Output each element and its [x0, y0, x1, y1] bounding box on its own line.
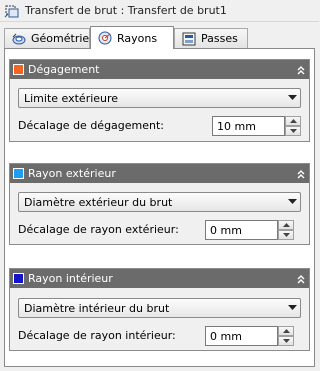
chevron-down-icon: [284, 90, 300, 106]
outer-radius-color-swatch: [13, 168, 24, 179]
inner-radius-offset-input[interactable]: [205, 326, 278, 346]
tab-strip: Géométrie Rayons Passes: [4, 26, 315, 49]
inner-radius-panel-title: Rayon intérieur: [28, 272, 113, 285]
outer-radius-panel: Rayon extérieur Diamètre extérieur du br…: [9, 163, 310, 245]
outer-radius-panel-header[interactable]: Rayon extérieur: [10, 164, 309, 183]
outer-radius-mode-dropdown[interactable]: Diamètre extérieur du brut: [18, 192, 301, 212]
tab-content-radii: Dégagement Limite extérieure Décalage de…: [4, 48, 315, 367]
chevron-down-icon: [284, 300, 300, 316]
inner-radius-panel: Rayon intérieur Diamètre intérieur du br…: [9, 268, 310, 351]
clearance-panel-header[interactable]: Dégagement: [10, 60, 309, 79]
inner-radius-mode-value: Diamètre intérieur du brut: [24, 301, 170, 315]
spin-down-icon[interactable]: [278, 336, 294, 346]
dialog-title: Transfert de brut : Transfert de brut1: [25, 4, 227, 17]
stock-transfer-icon: [4, 3, 20, 19]
tab-radii-label: Rayons: [117, 31, 158, 45]
chevron-down-icon: [284, 194, 300, 210]
outer-radius-offset-label: Décalage de rayon extérieur:: [18, 223, 179, 236]
radii-icon: [97, 30, 113, 46]
double-chevron-up-icon[interactable]: [293, 62, 309, 78]
clearance-color-swatch: [13, 64, 24, 75]
tab-geometry[interactable]: Géométrie: [4, 28, 90, 48]
geometry-icon: [11, 31, 27, 47]
clearance-offset-input[interactable]: [212, 116, 285, 136]
outer-radius-offset-input[interactable]: [205, 220, 278, 240]
clearance-mode-value: Limite extérieure: [24, 91, 119, 105]
passes-icon: [181, 31, 197, 47]
inner-radius-color-swatch: [13, 273, 24, 284]
clearance-offset-spinner: [212, 116, 301, 136]
inner-radius-offset-label: Décalage de rayon intérieur:: [18, 329, 176, 342]
tab-passes[interactable]: Passes: [174, 28, 248, 48]
spin-up-icon[interactable]: [285, 116, 301, 126]
inner-radius-offset-spinner: [205, 326, 294, 346]
spin-up-icon[interactable]: [278, 326, 294, 336]
outer-radius-offset-spinner: [205, 220, 294, 240]
spin-down-icon[interactable]: [278, 230, 294, 240]
inner-radius-mode-dropdown[interactable]: Diamètre intérieur du brut: [18, 298, 301, 318]
tab-passes-label: Passes: [201, 32, 238, 45]
double-chevron-up-icon[interactable]: [293, 271, 309, 287]
spin-up-icon[interactable]: [278, 220, 294, 230]
outer-radius-panel-title: Rayon extérieur: [28, 167, 116, 180]
spin-down-icon[interactable]: [285, 126, 301, 136]
clearance-offset-label: Décalage de dégagement:: [18, 119, 165, 132]
clearance-mode-dropdown[interactable]: Limite extérieure: [18, 88, 301, 108]
dialog-titlebar: Transfert de brut : Transfert de brut1: [0, 0, 319, 22]
clearance-panel: Dégagement Limite extérieure Décalage de…: [9, 59, 310, 142]
double-chevron-up-icon[interactable]: [293, 166, 309, 182]
tab-geometry-label: Géométrie: [31, 32, 90, 45]
inner-radius-panel-header[interactable]: Rayon intérieur: [10, 269, 309, 288]
tab-radii[interactable]: Rayons: [90, 26, 174, 49]
outer-radius-mode-value: Diamètre extérieur du brut: [24, 195, 173, 209]
clearance-panel-title: Dégagement: [28, 63, 100, 76]
